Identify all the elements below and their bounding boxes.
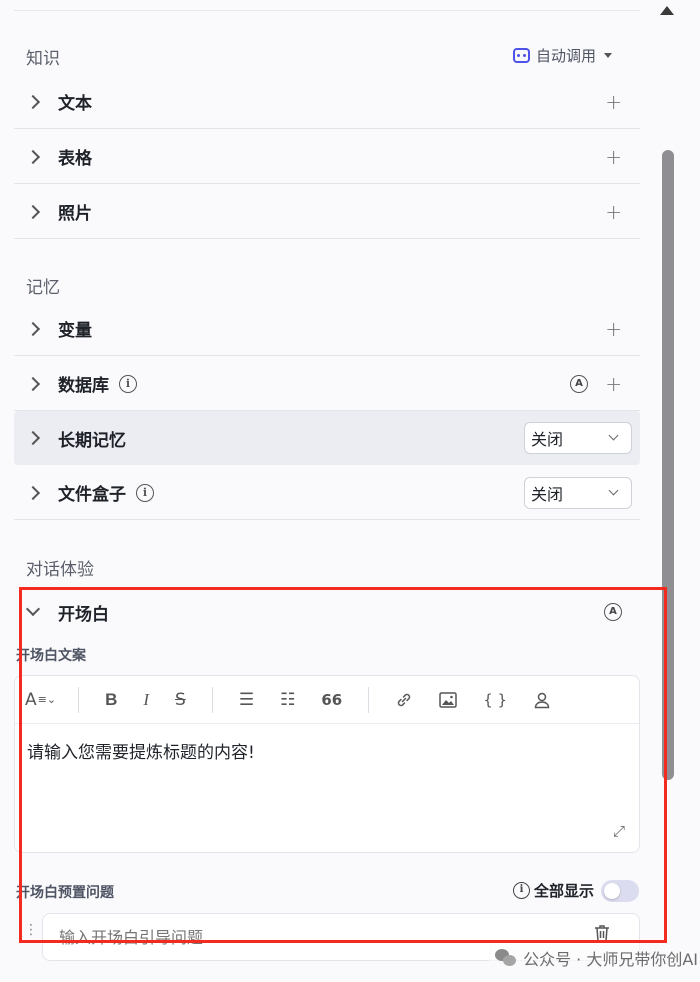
chevron-down-icon xyxy=(608,430,619,441)
section-title-dialog: 对话体验 xyxy=(26,560,94,580)
row-label: 文本 xyxy=(58,94,92,114)
info-icon[interactable]: i xyxy=(136,483,154,502)
auto-mode-icon[interactable]: A xyxy=(570,374,588,393)
knowledge-item-photo[interactable]: 照片 + xyxy=(14,185,640,239)
row-label: 长期记忆 xyxy=(58,430,126,451)
add-icon[interactable]: + xyxy=(605,200,622,224)
row-label: 数据库 xyxy=(58,376,109,396)
chevron-right-icon xyxy=(25,485,41,500)
robot-icon xyxy=(512,48,530,63)
chevron-right-icon xyxy=(25,376,41,391)
watermark: 公众号 · 大师兄带你创AI xyxy=(489,944,700,972)
section-title-knowledge: 知识 xyxy=(26,49,60,69)
chevron-right-icon xyxy=(25,321,41,336)
memory-item-long-term[interactable]: 长期记忆 关闭 xyxy=(14,411,640,465)
autocall-dropdown[interactable]: 自动调用 xyxy=(512,45,612,66)
caret-down-icon xyxy=(604,53,612,58)
autocall-label: 自动调用 xyxy=(535,47,596,65)
section-title-memory: 记忆 xyxy=(26,278,60,298)
add-icon[interactable]: + xyxy=(605,372,622,396)
file-box-select[interactable]: 关闭 xyxy=(524,476,632,509)
knowledge-item-text[interactable]: 文本 + xyxy=(14,75,640,129)
memory-item-variable[interactable]: 变量 + xyxy=(14,302,640,356)
long-term-memory-select[interactable]: 关闭 xyxy=(524,422,632,454)
row-label: 照片 xyxy=(58,204,92,224)
add-icon[interactable]: + xyxy=(605,90,622,114)
chevron-right-icon xyxy=(25,94,41,109)
memory-item-database[interactable]: 数据库 i A + xyxy=(14,357,640,411)
select-value: 关闭 xyxy=(531,430,564,449)
knowledge-item-table[interactable]: 表格 + xyxy=(14,130,640,184)
chevron-right-icon xyxy=(25,149,41,164)
row-label: 文件盒子 xyxy=(58,485,126,505)
scroll-up-arrow-icon[interactable] xyxy=(660,6,674,15)
watermark-text: 公众号 · 大师兄带你创AI xyxy=(523,950,698,969)
wechat-icon xyxy=(495,949,517,967)
add-icon[interactable]: + xyxy=(605,317,622,341)
chevron-down-icon xyxy=(608,485,619,495)
select-value: 关闭 xyxy=(531,484,564,504)
info-icon[interactable]: i xyxy=(119,374,137,393)
row-label: 表格 xyxy=(58,149,92,169)
highlight-annotation-box xyxy=(19,587,667,943)
chevron-right-icon xyxy=(25,204,41,219)
memory-item-file-box[interactable]: 文件盒子 i 关闭 xyxy=(14,466,640,520)
add-icon[interactable]: + xyxy=(605,145,622,169)
row-label: 变量 xyxy=(58,321,92,341)
chevron-right-icon xyxy=(25,430,41,446)
top-divider xyxy=(14,10,640,11)
